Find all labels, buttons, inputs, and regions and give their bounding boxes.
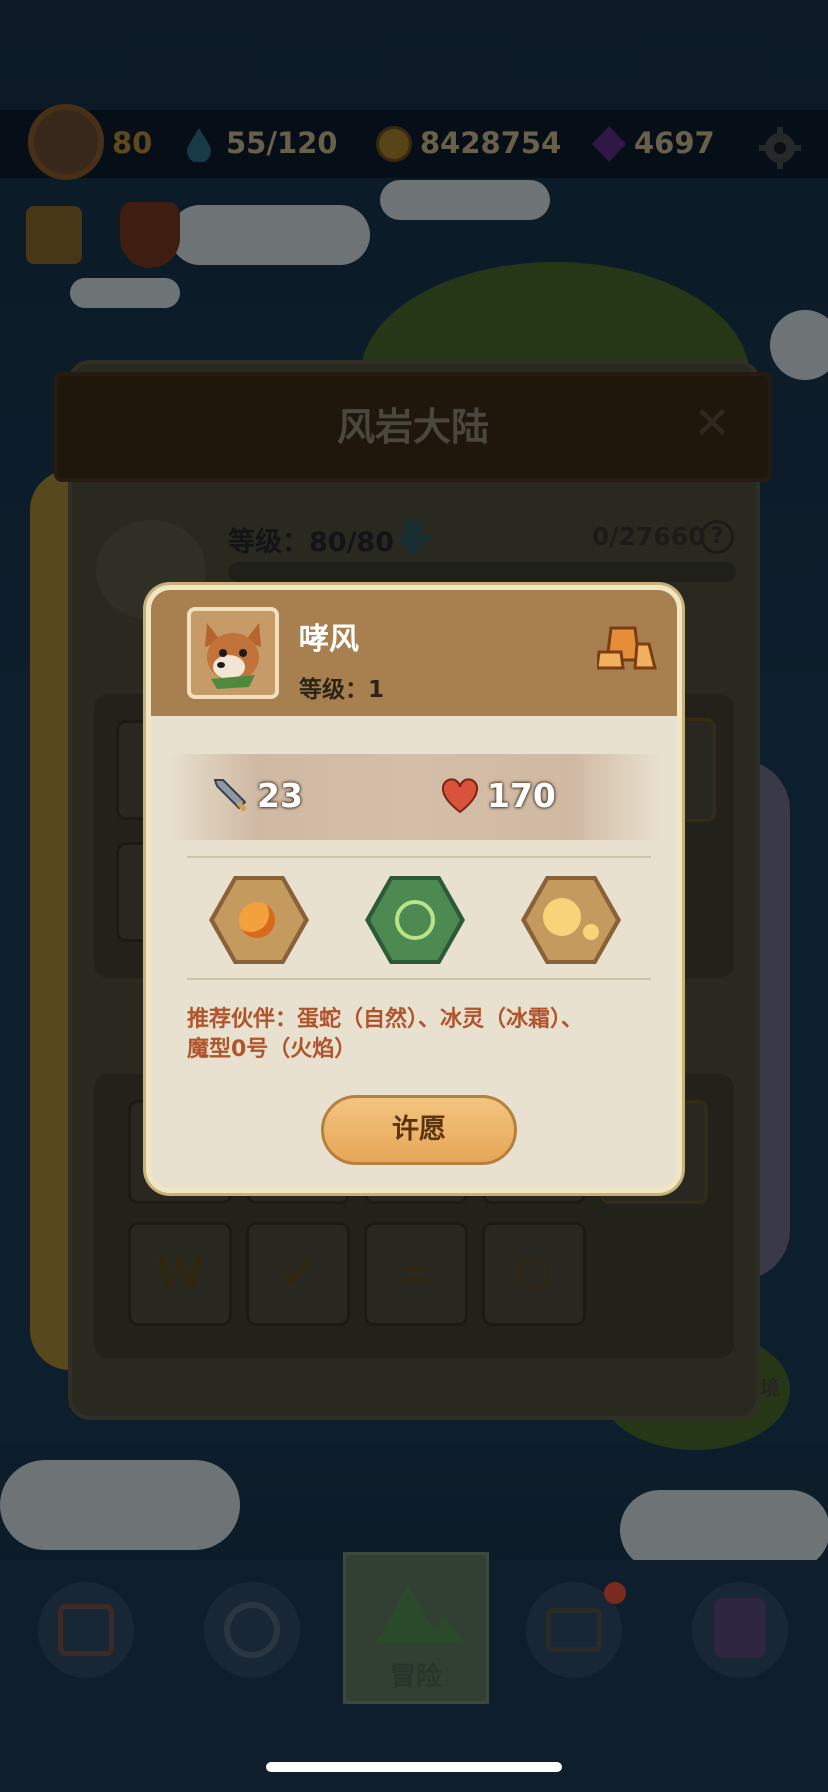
sword-icon: [211, 776, 251, 816]
hero-portrait: [187, 607, 279, 699]
recommended-partners-line2: 魔型0号（火焰）: [187, 1037, 357, 1062]
notification-dot: [604, 1582, 626, 1604]
wish-button[interactable]: 许愿: [321, 1095, 517, 1165]
recommended-partners: 推荐伙伴：蛋蛇（自然）、冰灵（冰霜）、 魔型0号（火焰）: [187, 1005, 647, 1065]
home-indicator: [266, 1762, 562, 1772]
nav-portal-icon[interactable]: [204, 1582, 300, 1678]
recommended-partners-line1: 推荐伙伴：蛋蛇（自然）、冰灵（冰霜）、: [187, 1007, 584, 1032]
hero-health-value: 170: [487, 776, 556, 815]
rock-class-icon: [595, 624, 657, 672]
hero-name: 哮风: [299, 622, 359, 657]
nav-console-icon[interactable]: [38, 1582, 134, 1678]
shiba-dog-portrait-icon: [205, 623, 261, 689]
hero-level: 等级：1: [299, 677, 385, 703]
hero-attack-value: 23: [257, 776, 303, 815]
mountain-icon: [376, 1585, 464, 1643]
heart-icon: [441, 778, 479, 814]
nav-map-pin-icon[interactable]: [692, 1582, 788, 1678]
nav-adventure-label: 冒险: [389, 1662, 442, 1692]
divider: [187, 978, 651, 980]
divider: [187, 856, 651, 858]
light-orb-icon[interactable]: [521, 876, 621, 964]
hero-info-modal: 哮风 等级：1 23 170 推荐伙伴：蛋蛇（自然）、冰灵（冰霜）、 魔型0号（…: [146, 585, 682, 1193]
fire-drop-icon[interactable]: [209, 876, 309, 964]
wind-leaf-icon[interactable]: [365, 876, 465, 964]
